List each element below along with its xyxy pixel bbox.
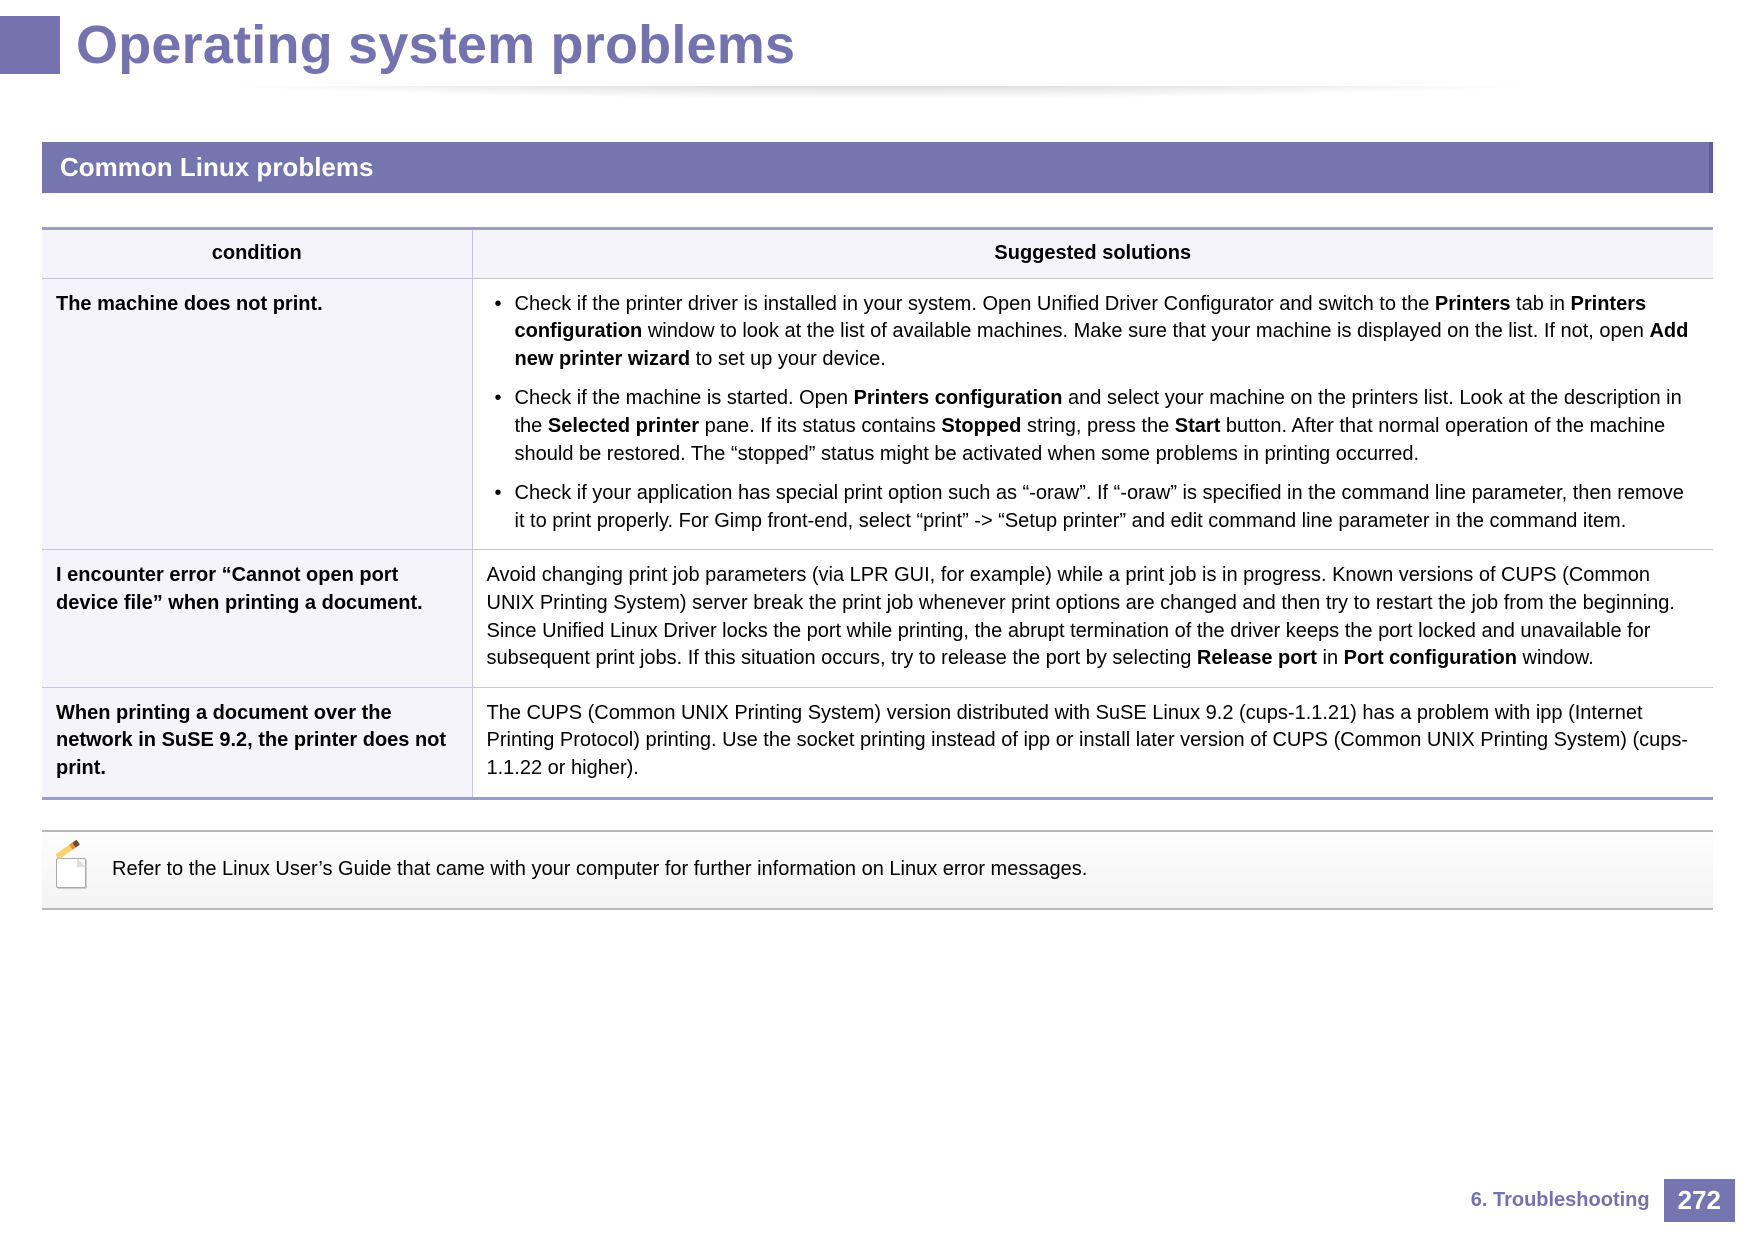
accent-block bbox=[0, 16, 60, 74]
page-number: 272 bbox=[1664, 1179, 1735, 1222]
note-callout: Refer to the Linux User’s Guide that cam… bbox=[42, 830, 1713, 910]
table-row: The machine does not print. Check if the… bbox=[42, 278, 1713, 550]
cell-condition: I encounter error “Cannot open port devi… bbox=[42, 550, 472, 687]
cell-solution: Check if the printer driver is installed… bbox=[472, 278, 1713, 550]
cell-solution: Avoid changing print job parameters (via… bbox=[472, 550, 1713, 687]
troubleshooting-table-wrap: condition Suggested solutions The machin… bbox=[42, 227, 1713, 800]
col-header-condition: condition bbox=[42, 229, 472, 279]
note-text: Refer to the Linux User’s Guide that cam… bbox=[112, 858, 1087, 881]
cell-condition: When printing a document over the networ… bbox=[42, 687, 472, 798]
cell-condition: The machine does not print. bbox=[42, 278, 472, 550]
table-header-row: condition Suggested solutions bbox=[42, 229, 1713, 279]
troubleshooting-table: condition Suggested solutions The machin… bbox=[42, 227, 1713, 800]
table-row: I encounter error “Cannot open port devi… bbox=[42, 550, 1713, 687]
page-header: Operating system problems bbox=[0, 0, 1755, 90]
page-footer: 6. Troubleshooting 272 bbox=[1471, 1179, 1735, 1222]
content: Common Linux problems condition Suggeste… bbox=[0, 90, 1755, 910]
cell-solution: The CUPS (Common UNIX Printing System) v… bbox=[472, 687, 1713, 798]
page-title: Operating system problems bbox=[60, 14, 795, 76]
note-icon bbox=[54, 852, 90, 888]
table-row: When printing a document over the networ… bbox=[42, 687, 1713, 798]
chapter-label: 6. Troubleshooting bbox=[1471, 1189, 1650, 1212]
section-heading: Common Linux problems bbox=[42, 142, 1713, 193]
col-header-solution: Suggested solutions bbox=[472, 229, 1713, 279]
